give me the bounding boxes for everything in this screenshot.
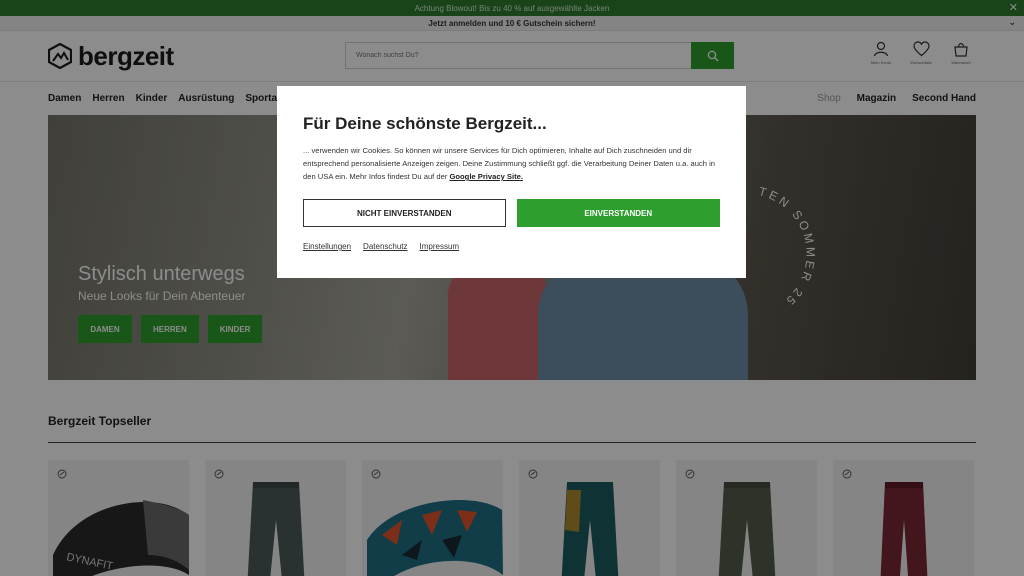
imprint-link[interactable]: Impressum <box>420 242 460 251</box>
cookie-dialog-text: ... verwenden wir Cookies. So können wir… <box>303 144 720 183</box>
decline-button[interactable]: NICHT EINVERSTANDEN <box>303 199 506 227</box>
cookie-dialog-buttons: NICHT EINVERSTANDEN EINVERSTANDEN <box>303 199 720 227</box>
cookie-dialog-title: Für Deine schönste Bergzeit... <box>303 114 547 133</box>
settings-link[interactable]: Einstellungen <box>303 242 351 251</box>
privacy-link[interactable]: Datenschutz <box>363 242 407 251</box>
cookie-dialog-links: Einstellungen Datenschutz Impressum <box>303 242 720 251</box>
google-privacy-link[interactable]: Google Privacy Site. <box>450 172 523 181</box>
accept-button[interactable]: EINVERSTANDEN <box>516 199 720 227</box>
cookie-consent-dialog: Für Deine schönste Bergzeit... ... verwe… <box>277 86 746 278</box>
